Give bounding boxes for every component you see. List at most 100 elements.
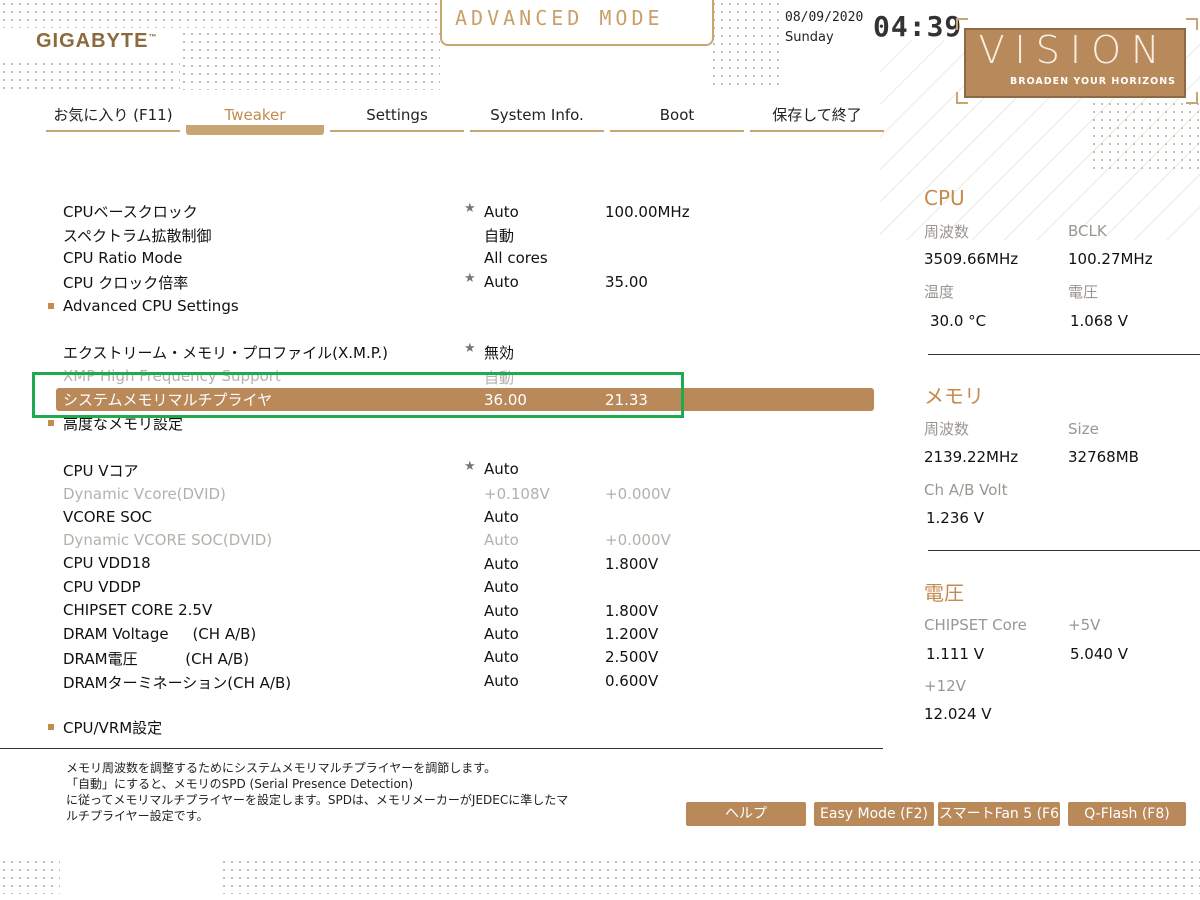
submenu-advanced-cpu-settings[interactable]: Advanced CPU Settings	[63, 297, 239, 315]
cpu-freq-label: 周波数	[924, 223, 970, 241]
setting-value[interactable]: Auto	[484, 460, 519, 478]
cpu-temp-value: 30.0 °C	[930, 312, 987, 330]
submenu-bullet-icon	[48, 724, 54, 730]
memory-volt-label: Ch A/B Volt	[924, 481, 1008, 499]
setting-current-value: 1.800V	[605, 602, 659, 620]
setting-dram-voltage[interactable]: DRAM Voltage (CH A/B)	[63, 625, 256, 643]
setting-vcore-soc[interactable]: VCORE SOC	[63, 508, 152, 526]
setting-xmp[interactable]: エクストリーム・メモリ・プロファイル(X.M.P.)	[63, 342, 388, 363]
date: 08/09/2020	[785, 10, 864, 25]
qflash-button[interactable]: Q-Flash (F8)	[1068, 802, 1186, 826]
memory-section-title: メモリ	[924, 384, 984, 408]
corner-bracket	[956, 18, 968, 30]
dot-pattern	[0, 858, 60, 894]
submenu-bullet-icon	[48, 420, 54, 426]
setting-value[interactable]: All cores	[484, 249, 548, 267]
dot-pattern	[220, 858, 1200, 894]
divider	[928, 550, 1200, 551]
setting-cpu-vddp[interactable]: CPU VDDP	[63, 578, 141, 596]
corner-bracket	[1186, 92, 1198, 104]
setting-value[interactable]: Auto	[484, 508, 519, 526]
setting-current-value: 1.200V	[605, 625, 659, 643]
memory-size-value: 32768MB	[1068, 448, 1139, 466]
setting-current-value: 100.00MHz	[605, 203, 690, 221]
tab-system-info[interactable]: System Info.	[470, 100, 604, 132]
setting-value[interactable]: Auto	[484, 648, 519, 666]
vision-tagline: BROADEN YOUR HORIZONS	[1010, 76, 1176, 87]
cpu-volt-value: 1.068 V	[1070, 312, 1128, 330]
star-icon: ★	[464, 459, 476, 474]
plus5v-label: +5V	[1068, 616, 1101, 634]
setting-current-value: +0.000V	[605, 531, 671, 549]
memory-freq-label: 周波数	[924, 420, 970, 438]
setting-cpu-ratio-mode[interactable]: CPU Ratio Mode	[63, 249, 182, 267]
help-line: に従ってメモリマルチプライヤーを設定します。SPDは、メモリメーカーがJEDEC…	[66, 793, 569, 807]
tab-settings[interactable]: Settings	[330, 100, 464, 132]
corner-bracket	[1186, 18, 1198, 30]
setting-spread-spectrum[interactable]: スペクトラム拡散制御	[63, 225, 212, 246]
setting-value[interactable]: Auto	[484, 578, 519, 596]
setting-dram-voltage-jp[interactable]: DRAM電圧 (CH A/B)	[63, 648, 249, 669]
star-icon: ★	[464, 271, 476, 286]
voltage-section-title: 電圧	[924, 581, 964, 605]
help-text: メモリ周波数を調整するためにシステムメモリマルチプライヤーを調節します。 「自動…	[66, 760, 626, 824]
setting-dram-termination[interactable]: DRAMターミネーション(CH A/B)	[63, 672, 291, 693]
cpu-section-title: CPU	[924, 186, 965, 210]
cpu-temp-label: 温度	[924, 283, 955, 301]
setting-current-value: 35.00	[605, 273, 648, 291]
setting-value[interactable]: Auto	[484, 625, 519, 643]
memory-volt-value: 1.236 V	[926, 509, 984, 527]
dot-pattern	[180, 30, 440, 90]
cpu-volt-label: 電圧	[1068, 283, 1099, 301]
dot-pattern	[0, 60, 180, 90]
gigabyte-logo: GIGABYTE™	[36, 30, 158, 52]
setting-dynamic-vcore: Dynamic Vcore(DVID)	[63, 485, 226, 503]
setting-value[interactable]: Auto	[484, 555, 519, 573]
active-tab-indicator	[186, 125, 324, 135]
setting-cpu-vcore[interactable]: CPU Vコア	[63, 460, 139, 481]
submenu-bullet-icon	[48, 303, 54, 309]
plus12v-value: 12.024 V	[924, 705, 992, 723]
tab-save-exit[interactable]: 保存して終了	[750, 100, 884, 132]
setting-value[interactable]: Auto	[484, 273, 519, 291]
plus12v-label: +12V	[924, 677, 966, 695]
bclk-label: BCLK	[1068, 222, 1107, 240]
help-button[interactable]: ヘルプ	[686, 802, 806, 826]
setting-chipset-core[interactable]: CHIPSET CORE 2.5V	[63, 601, 212, 619]
mode-title: ADVANCED MODE	[455, 6, 664, 30]
setting-value[interactable]: Auto	[484, 602, 519, 620]
smart-fan-button[interactable]: スマートFan 5 (F6	[938, 802, 1060, 826]
setting-value[interactable]: Auto	[484, 672, 519, 690]
easy-mode-button[interactable]: Easy Mode (F2)	[814, 802, 934, 826]
help-line: メモリ周波数を調整するためにシステムメモリマルチプライヤーを調節します。	[66, 761, 497, 775]
bclk-value: 100.27MHz	[1068, 250, 1153, 268]
setting-cpu-base-clock[interactable]: CPUベースクロック	[63, 201, 198, 222]
day: Sunday	[785, 30, 834, 45]
setting-value[interactable]: 自動	[484, 225, 514, 246]
tab-favorites[interactable]: お気に入り (F11)	[46, 100, 180, 132]
star-icon: ★	[464, 341, 476, 356]
setting-value[interactable]: 無効	[484, 342, 514, 363]
setting-dynamic-vcore-soc: Dynamic VCORE SOC(DVID)	[63, 531, 273, 549]
vision-logo: VISION	[978, 28, 1170, 72]
setting-value: Auto	[484, 531, 519, 549]
help-line: 「自動」にすると、メモリのSPD (Serial Presence Detect…	[66, 777, 414, 791]
setting-cpu-clock-ratio[interactable]: CPU クロック倍率	[63, 272, 188, 293]
setting-cpu-vdd18[interactable]: CPU VDD18	[63, 554, 151, 572]
help-line: ルチプライヤー設定です。	[66, 809, 209, 823]
setting-value[interactable]: Auto	[484, 203, 519, 221]
corner-bracket	[956, 92, 968, 104]
help-divider	[0, 748, 883, 749]
memory-freq-value: 2139.22MHz	[924, 448, 1019, 466]
setting-current-value: 2.500V	[605, 648, 659, 666]
dot-pattern	[0, 0, 440, 28]
memory-size-label: Size	[1068, 420, 1099, 438]
chipset-core-value: 1.111 V	[926, 645, 984, 663]
setting-current-value: 0.600V	[605, 672, 659, 690]
highlight-box	[32, 372, 684, 418]
submenu-cpu-vrm-settings[interactable]: CPU/VRM設定	[63, 717, 162, 738]
setting-current-value: +0.000V	[605, 485, 671, 503]
dot-pattern	[710, 0, 780, 90]
main-tabs: お気に入り (F11) Tweaker Settings System Info…	[46, 100, 884, 134]
tab-boot[interactable]: Boot	[610, 100, 744, 132]
